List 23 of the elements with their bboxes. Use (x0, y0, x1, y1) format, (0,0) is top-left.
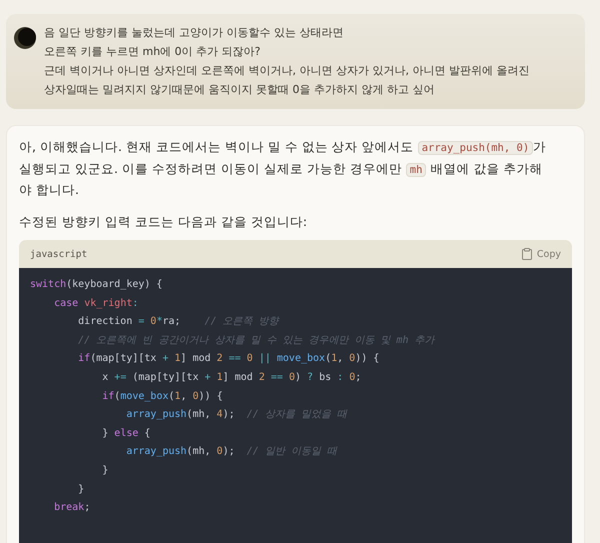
message-line: 오른쪽 키를 누르면 mh에 0이 추가 되잖아? (44, 44, 262, 60)
message-line: 상자일때는 밀려지지 않기때문에 움직이지 못할때 0을 추가하지 않게 하고 싶어 (44, 82, 436, 98)
code-language-label: javascript (30, 248, 88, 260)
code-line: direction = 0*ra; // 오른쪽 방향 (77, 316, 279, 328)
code-line: // 오른쪽에 빈 공간이거나 상자를 밀 수 있는 경우에만 이동 및 mh 추가 (77, 334, 434, 346)
code-line: switch(keyboard_key) { (30, 279, 162, 290)
copy-button[interactable]: Copy (522, 248, 561, 260)
message-paragraph: 수정된 방향키 입력 코드는 다음과 같을 것입니다: (19, 212, 308, 230)
avatar-icon (14, 27, 36, 49)
code-line: array_push(mh, 0); // 일반 이동일 때 (125, 446, 337, 458)
code-line: if(move_box(1, 0)) { (101, 390, 223, 402)
code-line: } (101, 464, 108, 476)
code-line: if(map[ty][tx + 1] mod 2 == 0 || move_box(1, 0)) { (77, 353, 380, 364)
message-paragraph: 아, 이해했습니다. 현재 코드에서는 벽이나 밀 수 없는 상자 앞에서도 array_push(mh, 0) 가 실행되고 있군요. 이를 수정하려면 이동이 실제로 가능한 경우에만 mh 배열에 값을 추가해야 합니다. (19, 138, 548, 199)
message-line: 음 일단 방향키를 눌렀는데 고양이가 이동할수 있는 상태라면 (44, 25, 344, 41)
code-line: } (77, 484, 84, 495)
code-line: break; (53, 502, 90, 514)
code-line: x += (map[ty][tx + 1] mod 2 == 0) ? bs : 0; (101, 372, 362, 383)
message-line: 근데 벽이거나 아니면 상자인데 오른쪽에 벽이거나, 아니면 상자가 있거나, 아니면 발판위에 올려진 (44, 63, 530, 79)
code-line: array_push(mh, 4); // 상자를 밀었을 때 (125, 409, 347, 420)
clipboard-icon (522, 248, 532, 260)
code-line: } else { (101, 428, 150, 439)
code-line: case vk_right: (53, 298, 138, 309)
